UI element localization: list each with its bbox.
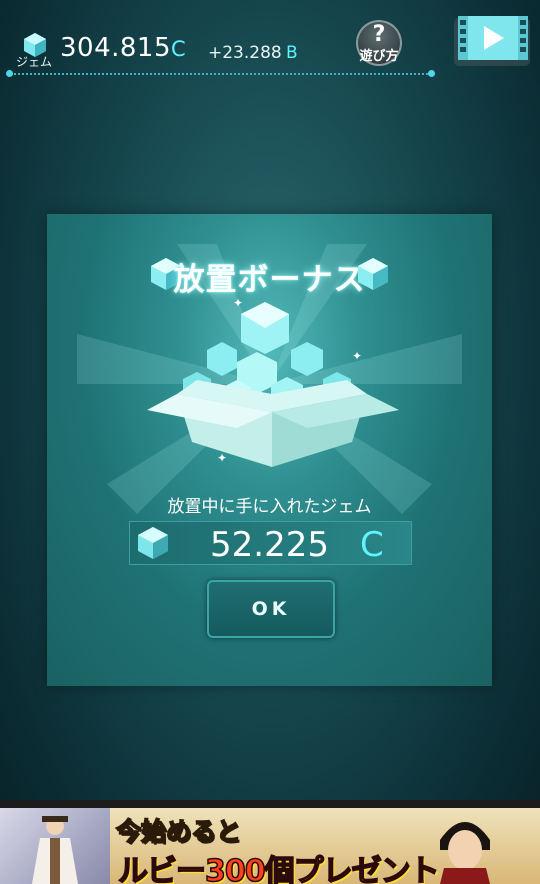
divider-dot-left [6, 70, 13, 77]
ad-headline: 今始めると [115, 816, 242, 847]
top-status-bar: ジェム 304.815 C +23.288 B ? 遊び方 [0, 0, 540, 80]
gem-rate-unit: B [286, 43, 298, 63]
sparkle: ✦ [233, 296, 244, 310]
help-button[interactable]: ? 遊び方 [356, 20, 402, 66]
idle-bonus-dialog: 放置ボーナス ✦ ✦ ✦ 放置中に手に入れたジェム 52.225 C OK [47, 214, 492, 686]
earned-gems-label: 放置中に手に入れたジェム [167, 497, 372, 517]
dialog-title: 放置ボーナス [173, 262, 366, 298]
earned-amount-unit: C [360, 525, 384, 565]
gem-icon [138, 527, 168, 559]
title-gem-right-icon [358, 258, 388, 290]
gem-total-value: 304.815 [60, 33, 172, 63]
earned-amount-bar: 52.225 C [129, 521, 412, 565]
video-button[interactable] [452, 14, 532, 74]
sparkle: ✦ [352, 349, 363, 363]
header-divider [10, 73, 432, 75]
ad-subheadline: ルビー300個プレゼント [117, 853, 440, 884]
ad-character-portrait [440, 822, 490, 884]
ad-character-figure [32, 816, 78, 884]
gem-label: ジェム [16, 55, 53, 69]
sparkle: ✦ [217, 451, 228, 465]
gem-rate-value: +23.288 [208, 43, 282, 63]
question-mark-icon: ? [372, 22, 386, 47]
help-label: 遊び方 [359, 49, 399, 64]
divider-dot-right [428, 70, 435, 77]
ad-banner[interactable]: 今始めると ルビー300個プレゼント [0, 800, 540, 884]
gem-total-unit: C [171, 37, 186, 61]
earned-amount-value: 52.225 [210, 525, 329, 565]
ok-button[interactable]: OK [207, 580, 335, 638]
treasure-box-illustration [147, 302, 399, 467]
